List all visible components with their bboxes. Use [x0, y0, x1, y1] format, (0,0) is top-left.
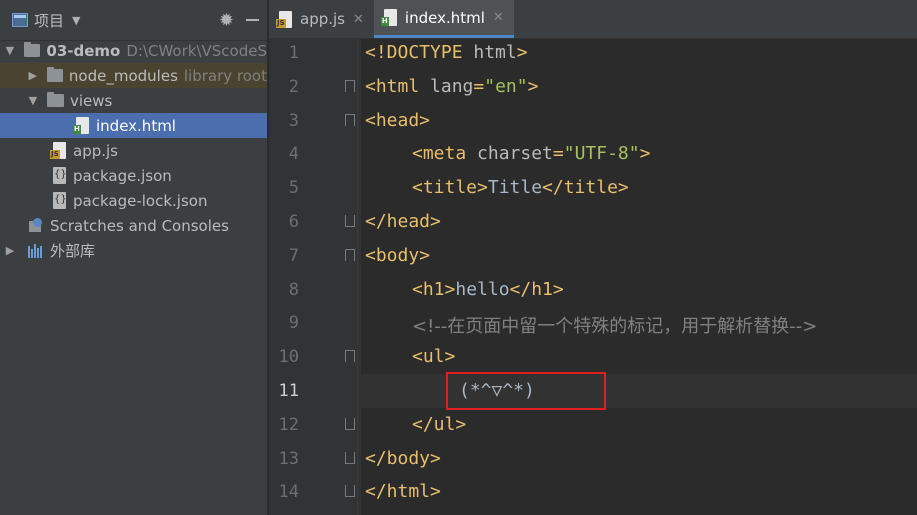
line-number: 14: [278, 482, 299, 503]
code-line[interactable]: 5 <title>Title</title>: [269, 171, 917, 205]
hide-panel-icon[interactable]: [246, 19, 259, 21]
tab-app-js[interactable]: JS app.js ✕: [269, 0, 374, 38]
fold-marker-icon[interactable]: [345, 451, 355, 464]
line-number: 13: [278, 448, 299, 469]
code-text: </head>: [365, 211, 441, 232]
folder-icon: [23, 42, 41, 57]
line-number: 2: [288, 76, 299, 97]
code-text: <!DOCTYPE html>: [365, 42, 528, 63]
tree-item-views[interactable]: ▼ views: [0, 88, 267, 113]
tree-item-scratches[interactable]: Scratches and Consoles: [0, 213, 267, 238]
code-line[interactable]: 10 <ul>: [269, 340, 917, 374]
fold-marker-icon[interactable]: [345, 113, 355, 126]
tab-label: index.html: [404, 8, 485, 27]
project-panel-title[interactable]: 项目: [34, 10, 64, 31]
code-line[interactable]: 12 </ul>: [269, 408, 917, 442]
json-file-icon: {}: [53, 192, 67, 209]
highlight-box: [446, 372, 606, 410]
code-text: <meta charset="UTF-8">: [412, 143, 651, 165]
code-line[interactable]: 7 <body>: [269, 239, 917, 273]
html-file-icon: H: [73, 117, 89, 134]
fold-marker-icon[interactable]: [345, 248, 355, 261]
gear-icon[interactable]: ✹: [219, 10, 234, 31]
html-file-icon: H: [380, 9, 397, 26]
library-root-note: library root: [183, 66, 267, 85]
tree-item-label: node_modules: [68, 66, 178, 85]
code-line[interactable]: 3 <head>: [269, 104, 917, 138]
line-number: 7: [288, 245, 299, 266]
code-line[interactable]: 1 <!DOCTYPE html>: [269, 36, 917, 70]
code-line[interactable]: 4 <meta charset="UTF-8">: [269, 137, 917, 171]
line-number: 1: [288, 43, 299, 63]
fold-marker-icon[interactable]: [345, 79, 355, 92]
tree-item-package-lock-json[interactable]: {} package-lock.json: [0, 188, 267, 213]
library-icon: [28, 243, 44, 258]
line-number: 5: [288, 178, 299, 199]
tree-item-label: Scratches and Consoles: [50, 216, 229, 235]
chevron-down-icon[interactable]: ▼: [4, 44, 16, 57]
fold-marker-icon[interactable]: [345, 485, 355, 498]
fold-marker-icon[interactable]: [345, 215, 355, 227]
code-text: <h1>hello</h1>: [412, 278, 564, 300]
editor-tabs: JS app.js ✕ H index.html ✕: [269, 0, 917, 39]
close-icon[interactable]: ✕: [353, 12, 364, 27]
line-number: 10: [278, 347, 299, 368]
tree-item-label: views: [70, 91, 113, 110]
js-file-icon: JS: [50, 142, 66, 159]
chevron-right-icon[interactable]: ▶: [4, 244, 16, 257]
project-path: D:\CWork\VScodeS: [126, 41, 267, 60]
tree-item-index-html[interactable]: H index.html: [0, 113, 267, 138]
code-text: </html>: [365, 481, 441, 503]
tree-item-node-modules[interactable]: ▶ node_modules library root: [0, 63, 267, 88]
json-file-icon: {}: [53, 167, 67, 184]
code-text: <ul>: [412, 346, 456, 368]
code-text: </ul>: [412, 413, 467, 435]
line-number: 9: [288, 313, 299, 334]
tree-item-label: package.json: [73, 166, 172, 185]
tree-item-external-libraries[interactable]: ▶ 外部库: [0, 238, 267, 263]
chevron-down-icon[interactable]: ▼: [72, 14, 80, 27]
js-file-icon: JS: [276, 10, 292, 28]
line-number: 6: [288, 212, 299, 232]
tree-item-app-js[interactable]: JS app.js: [0, 138, 267, 163]
tree-item-package-json[interactable]: {} package.json: [0, 163, 267, 188]
code-text: <!--在页面中留一个特殊的标记，用于解析替换-->: [412, 316, 818, 338]
project-icon: [12, 13, 28, 27]
fold-marker-icon[interactable]: [345, 350, 355, 363]
code-text: <body>: [365, 244, 431, 266]
code-line[interactable]: 6 </head>: [269, 205, 917, 239]
line-number: 8: [288, 279, 299, 300]
tree-item-label: index.html: [96, 116, 176, 135]
tree-item-03-demo[interactable]: ▼ 03-demo D:\CWork\VScodeS: [0, 38, 267, 63]
code-line[interactable]: 14 </html>: [269, 475, 917, 509]
line-number: 4: [288, 144, 299, 165]
code-line[interactable]: 8 <h1>hello</h1>: [269, 273, 917, 307]
tree-item-label: package-lock.json: [73, 191, 208, 210]
code-text: <html lang="en">: [365, 75, 539, 97]
code-text: <head>: [365, 109, 431, 131]
chevron-right-icon[interactable]: ▶: [27, 69, 39, 82]
fold-marker-icon[interactable]: [345, 417, 355, 430]
code-line[interactable]: 2 <html lang="en">: [269, 70, 917, 104]
project-panel-header: 项目 ▼ ✹: [0, 0, 267, 41]
scratches-icon: [28, 217, 44, 234]
line-number: 3: [288, 110, 299, 131]
line-number: 12: [278, 414, 299, 435]
code-text: <title>Title</title>: [412, 177, 629, 199]
close-icon[interactable]: ✕: [493, 10, 504, 25]
tree-item-label: 03-demo: [46, 41, 121, 60]
chevron-down-icon[interactable]: ▼: [27, 94, 39, 107]
tab-label: app.js: [300, 10, 345, 28]
line-number: 11: [278, 381, 299, 401]
project-sidebar: 项目 ▼ ✹ ▼ 03-demo D:\CWork\VScodeS ▶ node…: [0, 0, 268, 515]
code-line[interactable]: 13 </body>: [269, 442, 917, 476]
folder-icon: [46, 67, 63, 82]
tree-item-label: app.js: [73, 141, 118, 160]
code-line[interactable]: 9 <!--在页面中留一个特殊的标记，用于解析替换-->: [269, 306, 917, 340]
tree-item-label: 外部库: [50, 242, 96, 260]
tab-index-html[interactable]: H index.html ✕: [373, 0, 514, 38]
code-text: </body>: [365, 447, 441, 469]
folder-icon: [47, 92, 64, 107]
